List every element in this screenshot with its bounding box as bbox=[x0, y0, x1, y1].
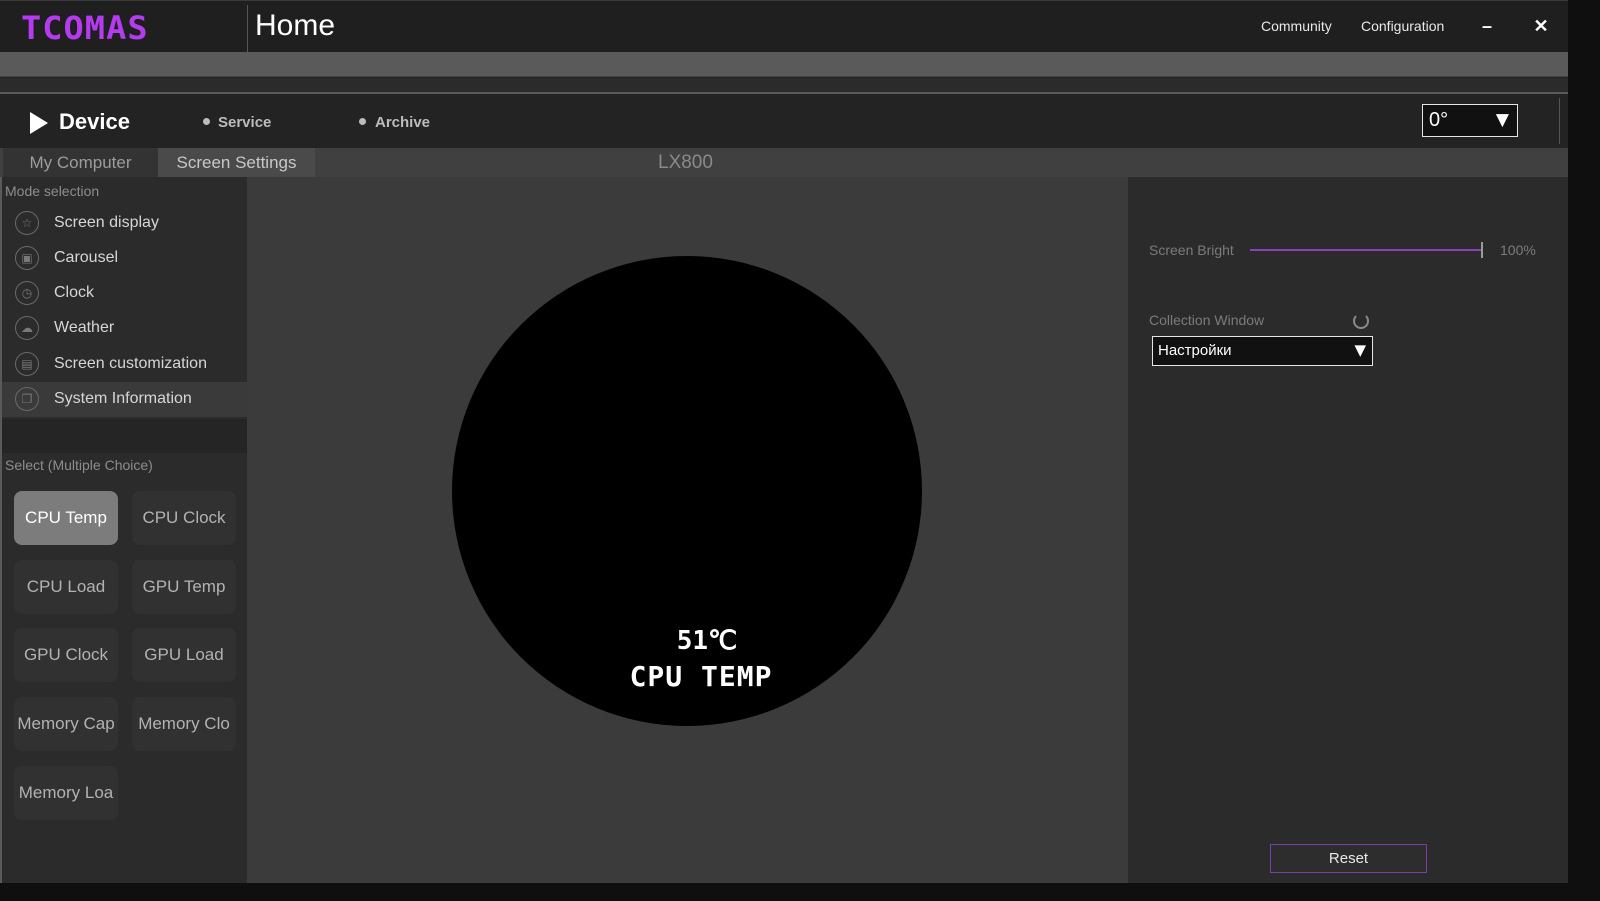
title-bar: TCOMAS Home Community Configuration – ✕ bbox=[0, 0, 1568, 53]
mode-label: Clock bbox=[54, 284, 95, 301]
section-divider bbox=[2, 419, 247, 453]
chip-gpu-load[interactable]: GPU Load bbox=[132, 628, 236, 682]
weather-icon: ☁ bbox=[15, 316, 39, 340]
brightness-slider-handle[interactable] bbox=[1481, 242, 1483, 258]
mode-label: Carousel bbox=[54, 249, 119, 266]
nav-archive[interactable]: Archive bbox=[375, 114, 430, 131]
mode-item-screen-customization[interactable]: ▤ Screen customization bbox=[2, 347, 247, 382]
refresh-icon[interactable] bbox=[1353, 313, 1369, 329]
right-panel: Screen Bright 100% Collection Window Нас… bbox=[1128, 177, 1568, 883]
screen-bright-label: Screen Bright bbox=[1149, 242, 1234, 258]
play-icon bbox=[30, 112, 48, 134]
chip-gpu-temp[interactable]: GPU Temp bbox=[132, 560, 236, 614]
chevron-down-icon: ▼ bbox=[1354, 341, 1366, 359]
header-strip-secondary bbox=[0, 78, 1568, 94]
minimize-button[interactable]: – bbox=[1476, 15, 1498, 37]
edge-line bbox=[1559, 98, 1560, 144]
window-gutter-bottom bbox=[0, 883, 1600, 901]
clock-icon: ◷ bbox=[15, 281, 39, 305]
bullet-icon bbox=[203, 118, 210, 125]
mode-label: Screen display bbox=[54, 214, 159, 231]
nav-device[interactable]: Device bbox=[59, 109, 130, 135]
mode-label: Screen customization bbox=[54, 355, 207, 372]
screen-customization-icon: ▤ bbox=[15, 352, 39, 376]
title-separator bbox=[247, 5, 248, 53]
preview-value: 51℃ bbox=[676, 626, 738, 656]
close-button[interactable]: ✕ bbox=[1530, 15, 1552, 37]
reset-button[interactable]: Reset bbox=[1270, 844, 1427, 873]
collection-window-value: Настройки bbox=[1158, 342, 1232, 359]
mode-item-system-information[interactable]: ❐ System Information bbox=[2, 382, 247, 417]
system-information-icon: ❐ bbox=[15, 387, 39, 411]
page-title: Home bbox=[255, 9, 336, 42]
preview-label: CPU TEMP bbox=[629, 660, 773, 693]
rotation-value: 0° bbox=[1429, 109, 1449, 131]
mode-item-weather[interactable]: ☁ Weather bbox=[2, 311, 247, 346]
collection-window-select[interactable]: Настройки ▼ bbox=[1152, 336, 1373, 366]
mode-item-carousel[interactable]: ▣ Carousel bbox=[2, 241, 247, 276]
app-logo: TCOMAS bbox=[20, 9, 149, 47]
header-strip bbox=[0, 52, 1568, 77]
chevron-down-icon: ▼ bbox=[1495, 110, 1509, 130]
mode-label: System Information bbox=[54, 390, 192, 407]
nav-service[interactable]: Service bbox=[218, 114, 271, 131]
tabs-row: My Computer Screen Settings LX800 bbox=[0, 148, 1568, 177]
device-name: LX800 bbox=[658, 152, 713, 173]
nav-row: Device Service Archive 0° ▼ bbox=[0, 95, 1568, 148]
rotation-select[interactable]: 0° ▼ bbox=[1422, 104, 1518, 137]
community-link[interactable]: Community bbox=[1261, 18, 1332, 34]
tab-screen-settings[interactable]: Screen Settings bbox=[158, 148, 315, 177]
screen-display-icon: ☆ bbox=[15, 211, 39, 235]
mode-item-screen-display[interactable]: ☆ Screen display bbox=[2, 206, 247, 241]
chip-gpu-clock[interactable]: GPU Clock bbox=[14, 628, 118, 682]
window-gutter-right bbox=[1568, 0, 1600, 901]
chip-memory-cap[interactable]: Memory Cap bbox=[14, 697, 118, 751]
bullet-icon bbox=[359, 118, 366, 125]
chip-memory-clock[interactable]: Memory Clo bbox=[132, 697, 236, 751]
screen-preview-circle: 51℃ CPU TEMP bbox=[452, 256, 922, 726]
brightness-slider[interactable] bbox=[1250, 249, 1482, 251]
screen-bright-value: 100% bbox=[1500, 242, 1536, 258]
carousel-icon: ▣ bbox=[15, 246, 39, 270]
preview-area: 51℃ CPU TEMP bbox=[247, 177, 1128, 883]
collection-window-label: Collection Window bbox=[1149, 312, 1265, 328]
tab-my-computer[interactable]: My Computer bbox=[3, 148, 158, 177]
mode-item-clock[interactable]: ◷ Clock bbox=[2, 276, 247, 311]
left-panel: Mode selection ☆ Screen display ▣ Carous… bbox=[0, 177, 247, 883]
chip-cpu-temp[interactable]: CPU Temp bbox=[14, 491, 118, 545]
mode-selection-label: Mode selection bbox=[5, 183, 100, 199]
chip-cpu-load[interactable]: CPU Load bbox=[14, 560, 118, 614]
select-multiple-label: Select (Multiple Choice) bbox=[5, 457, 153, 473]
mode-label: Weather bbox=[54, 319, 115, 336]
configuration-link[interactable]: Configuration bbox=[1361, 18, 1444, 34]
chip-memory-load[interactable]: Memory Loa bbox=[14, 766, 118, 820]
chip-cpu-clock[interactable]: CPU Clock bbox=[132, 491, 236, 545]
app-window: TCOMAS Home Community Configuration – ✕ … bbox=[0, 0, 1600, 901]
